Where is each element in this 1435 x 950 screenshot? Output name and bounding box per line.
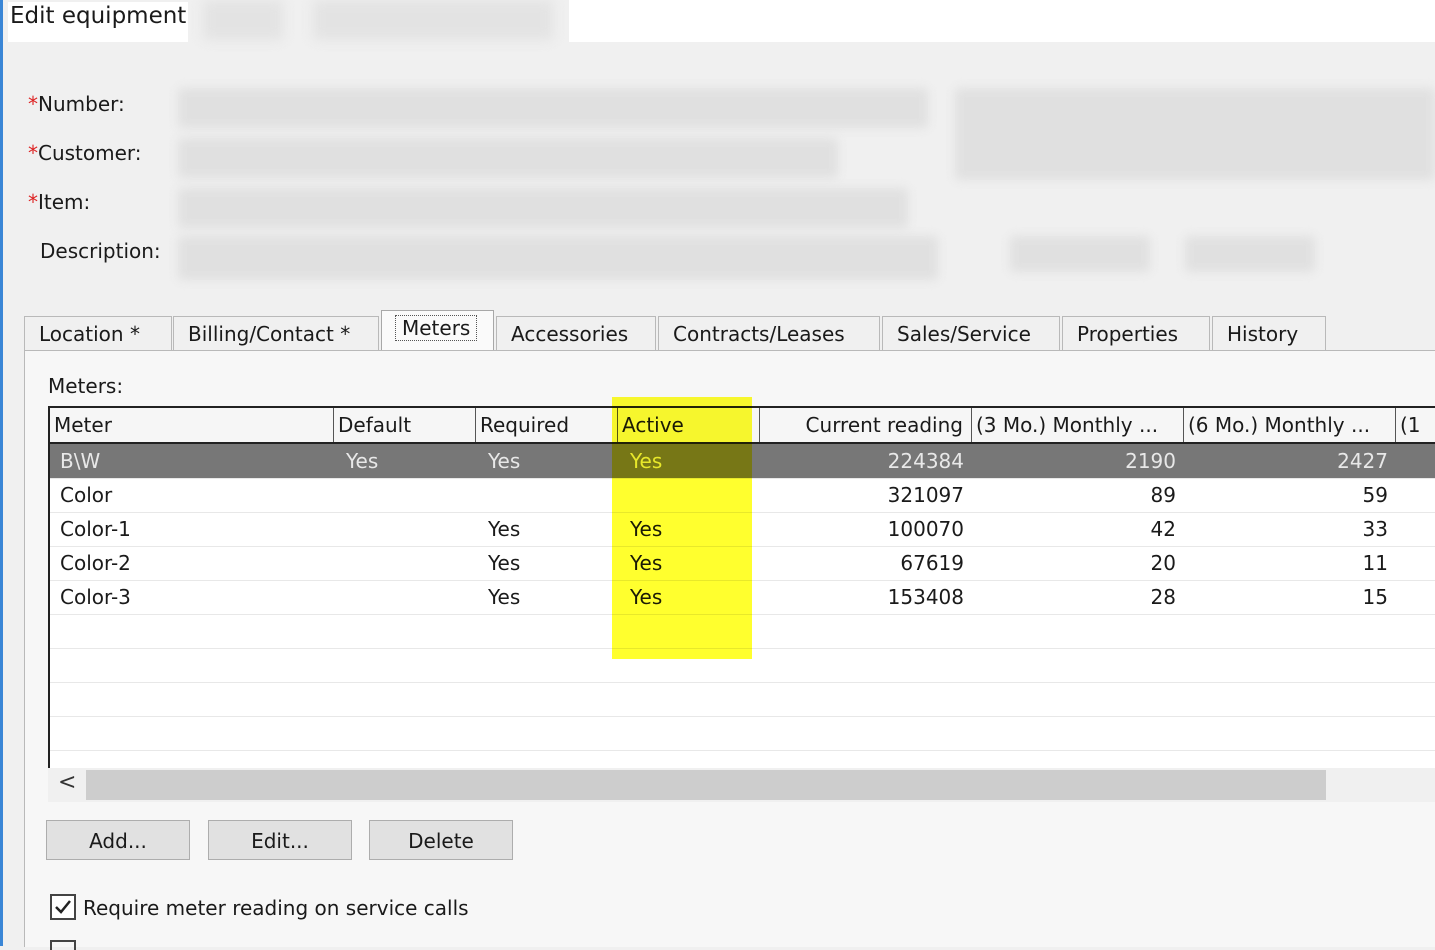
column-header-6mo-monthly[interactable]: (6 Mo.) Monthly ... [1184, 408, 1396, 442]
empty-row [50, 614, 1435, 649]
empty-row [50, 716, 1435, 751]
active-cell: Yes [630, 551, 663, 575]
tab-contracts-leases[interactable]: Contracts/Leases [658, 316, 880, 350]
mo3-cell: 89 [1150, 483, 1176, 507]
scroll-left-icon[interactable]: < [58, 770, 76, 795]
meter-cell: Color-3 [60, 585, 131, 609]
mo3-cell: 42 [1150, 517, 1176, 541]
required-cell: Yes [488, 551, 521, 575]
table-row[interactable]: Color-1 Yes Yes 100070 42 33 [50, 512, 1435, 547]
active-cell: Yes [630, 449, 663, 473]
scrollbar-thumb[interactable] [86, 770, 1326, 800]
customer-label: *Customer: [28, 141, 142, 165]
current-reading-cell: 67619 [900, 551, 964, 575]
horizontal-scrollbar[interactable]: < [48, 768, 1435, 802]
meter-cell: Color [60, 483, 113, 507]
redacted-button[interactable] [1185, 236, 1315, 272]
meter-cell: Color-2 [60, 551, 131, 575]
mo6-cell: 2427 [1337, 449, 1388, 473]
tab-meters[interactable]: Meters [381, 310, 494, 352]
column-header-required[interactable]: Required [476, 408, 618, 442]
mo6-cell: 59 [1362, 483, 1388, 507]
redacted-side-fields [955, 88, 1435, 180]
required-cell: Yes [488, 585, 521, 609]
column-header-12mo-monthly[interactable]: (1 [1396, 408, 1435, 442]
description-label: Description: [40, 239, 161, 263]
tab-history[interactable]: History [1212, 316, 1326, 350]
edit-button[interactable]: Edit... [208, 820, 352, 860]
meter-cell: Color-1 [60, 517, 131, 541]
column-header-default[interactable]: Default [334, 408, 476, 442]
require-reading-label: Require meter reading on service calls [83, 896, 469, 920]
mo3-cell: 20 [1150, 551, 1176, 575]
checkmark-icon [55, 900, 71, 914]
mo6-cell: 33 [1362, 517, 1388, 541]
table-row[interactable]: B\W Yes Yes Yes 224384 2190 2427 [50, 444, 1435, 479]
active-cell: Yes [630, 585, 663, 609]
meter-cell: B\W [60, 449, 101, 473]
window-title: Edit equipment [8, 2, 189, 42]
customer-field[interactable] [178, 138, 838, 178]
add-button[interactable]: Add... [46, 820, 190, 860]
redacted-button[interactable] [1010, 236, 1150, 272]
tab-billing-contact[interactable]: Billing/Contact * [173, 316, 379, 350]
window-edge [0, 0, 3, 946]
blurred-title-segment [203, 0, 283, 40]
require-reading-checkbox[interactable] [50, 894, 76, 920]
meters-section-label: Meters: [48, 374, 124, 398]
current-reading-cell: 153408 [887, 585, 964, 609]
tab-sales-service[interactable]: Sales/Service [882, 316, 1060, 350]
table-row[interactable]: Color-3 Yes Yes 153408 28 15 [50, 580, 1435, 615]
mo6-cell: 15 [1362, 585, 1388, 609]
delete-button[interactable]: Delete [369, 820, 513, 860]
title-bar-area [569, 0, 1435, 42]
active-cell: Yes [630, 517, 663, 541]
number-label: *Number: [28, 92, 125, 116]
column-header-3mo-monthly[interactable]: (3 Mo.) Monthly ... [972, 408, 1184, 442]
number-field[interactable] [178, 88, 928, 128]
empty-row [50, 648, 1435, 683]
current-reading-cell: 100070 [887, 517, 964, 541]
meters-grid[interactable]: Meter Default Required Active Current re… [48, 406, 1435, 802]
default-cell: Yes [346, 449, 379, 473]
partial-checkbox[interactable] [50, 940, 76, 950]
column-header-active[interactable]: Active [618, 408, 760, 442]
item-label: *Item: [28, 190, 91, 214]
required-cell: Yes [488, 449, 521, 473]
table-row[interactable]: Color-2 Yes Yes 67619 20 11 [50, 546, 1435, 581]
tab-location[interactable]: Location * [24, 316, 172, 350]
item-field[interactable] [178, 188, 908, 228]
tab-accessories[interactable]: Accessories [496, 316, 656, 350]
tab-properties[interactable]: Properties [1062, 316, 1210, 350]
blurred-title-segment [313, 0, 553, 40]
current-reading-cell: 321097 [887, 483, 964, 507]
column-header-current-reading[interactable]: Current reading [760, 408, 972, 442]
mo3-cell: 28 [1150, 585, 1176, 609]
mo3-cell: 2190 [1125, 449, 1176, 473]
tab-strip: Location * Billing/Contact * Meters Acce… [24, 310, 1435, 352]
table-row[interactable]: Color 321097 89 59 [50, 478, 1435, 513]
required-cell: Yes [488, 517, 521, 541]
empty-row [50, 682, 1435, 717]
column-header-meter[interactable]: Meter [50, 408, 334, 442]
description-field[interactable] [178, 236, 938, 280]
current-reading-cell: 224384 [887, 449, 964, 473]
mo6-cell: 11 [1362, 551, 1388, 575]
title-bar: Edit equipment [3, 0, 1435, 42]
